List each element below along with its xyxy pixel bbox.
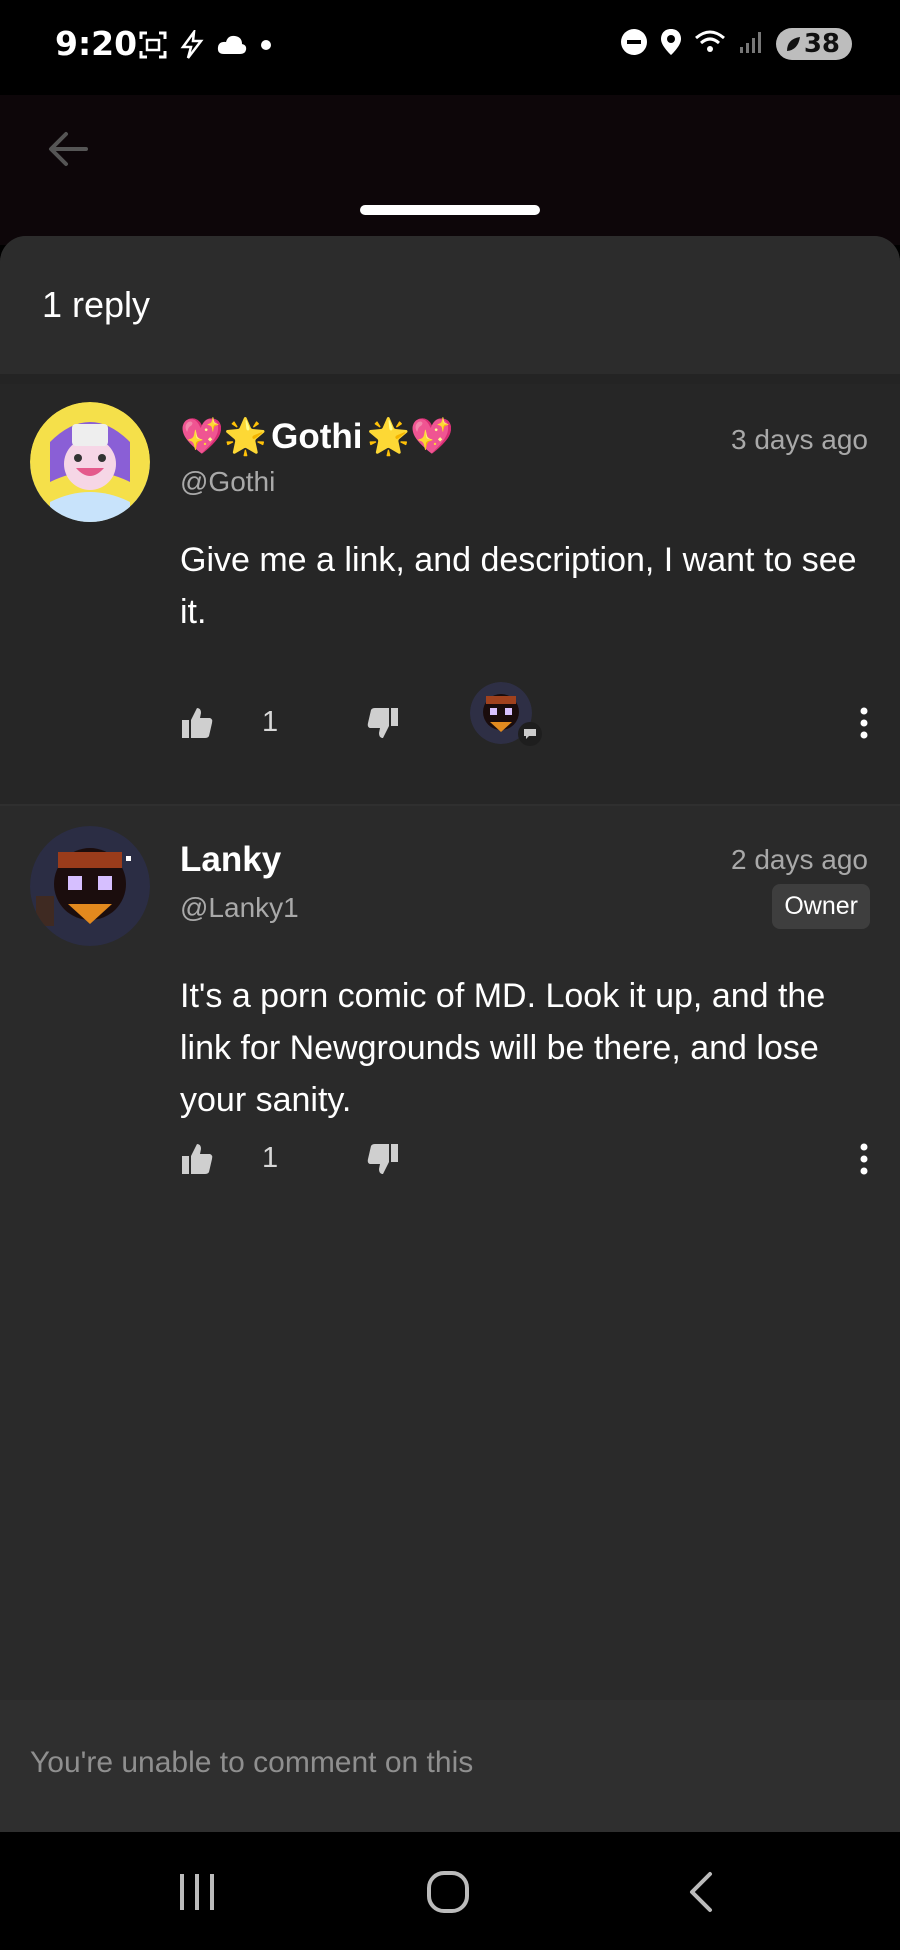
thumbs-up-icon [182,1144,213,1174]
comment-time: 2 days ago [731,844,868,875]
comment-input-bar: You're unable to comment on this [0,1700,900,1832]
reply-comment: Lanky @Lanky1 2 days ago Owner It's a po… [0,806,900,1326]
comment-actions: 1 [180,682,870,750]
comment-handle[interactable]: @Gothi [180,466,275,498]
dislike-button[interactable] [366,706,400,740]
author-name: Lanky [180,840,282,879]
comment-author[interactable]: 💖🌟 Gothi 🌟💖 [180,416,454,457]
more-vert-icon [860,707,868,739]
avatar[interactable] [30,402,150,522]
status-icons-right: 38 [620,28,852,60]
comment-author[interactable]: Lanky [180,840,281,880]
comment-disabled-text: You're unable to comment on this [30,1746,474,1779]
back-button[interactable] [686,1870,716,1918]
comment-text: It's a porn comic of MD. Look it up, and… [180,977,826,1119]
author-name: Gothi [271,416,363,456]
back-chevron-icon [690,1872,712,1912]
comment-time: 3 days ago [731,424,868,455]
battery-icon: 38 [775,28,852,60]
status-time: 9:20 [55,24,138,63]
more-options-button[interactable] [858,1142,870,1180]
owner-badge: Owner [772,884,870,929]
app-bar [0,95,900,245]
battery-level: 38 [803,29,840,59]
more-vert-icon [860,1143,868,1175]
home-button[interactable] [426,1870,470,1918]
reply-header: 1 reply [0,236,900,374]
location-icon [660,28,682,60]
screenshot-icon [138,30,168,64]
comment-actions: 1 [180,1142,870,1186]
comment-text: Give me a link, and description, I want … [180,541,857,631]
author-emoji-left: 💖🌟 [180,417,268,456]
dot-icon [258,37,274,57]
like-button[interactable] [180,1142,214,1176]
author-emoji-right: 🌟💖 [366,417,454,456]
replies-sheet: 1 reply 💖🌟 Gothi 🌟💖 @Gothi 3 days ago Gi… [0,236,900,1832]
arrow-left-icon[interactable] [44,125,92,177]
avatar[interactable] [30,826,150,946]
reply-count: 1 reply [42,284,151,325]
like-button[interactable] [180,706,214,740]
thumbs-up-icon [182,708,213,738]
cloud-icon [216,34,248,60]
drag-handle[interactable] [360,205,540,215]
status-icons-left [138,27,274,64]
like-count: 1 [262,706,279,738]
wifi-icon [694,29,726,59]
do-not-disturb-icon [620,28,648,60]
parent-comment: 💖🌟 Gothi 🌟💖 @Gothi 3 days ago Give me a … [0,384,900,804]
more-options-button[interactable] [858,706,870,744]
thumbs-down-icon [367,708,398,738]
recent-apps-button[interactable] [174,1872,220,1916]
dislike-button[interactable] [366,1142,400,1176]
speech-bubble-icon [518,722,542,746]
recent-apps-icon [180,1874,214,1910]
divider [0,374,900,384]
home-icon [427,1871,469,1913]
like-count: 1 [262,1142,279,1174]
signal-icon [738,29,764,59]
comment-handle[interactable]: @Lanky1 [180,892,299,924]
status-bar: 9:20 38 [0,0,900,95]
thumbs-down-icon [367,1144,398,1174]
system-nav-bar [0,1832,900,1950]
bolt-icon [178,27,206,64]
